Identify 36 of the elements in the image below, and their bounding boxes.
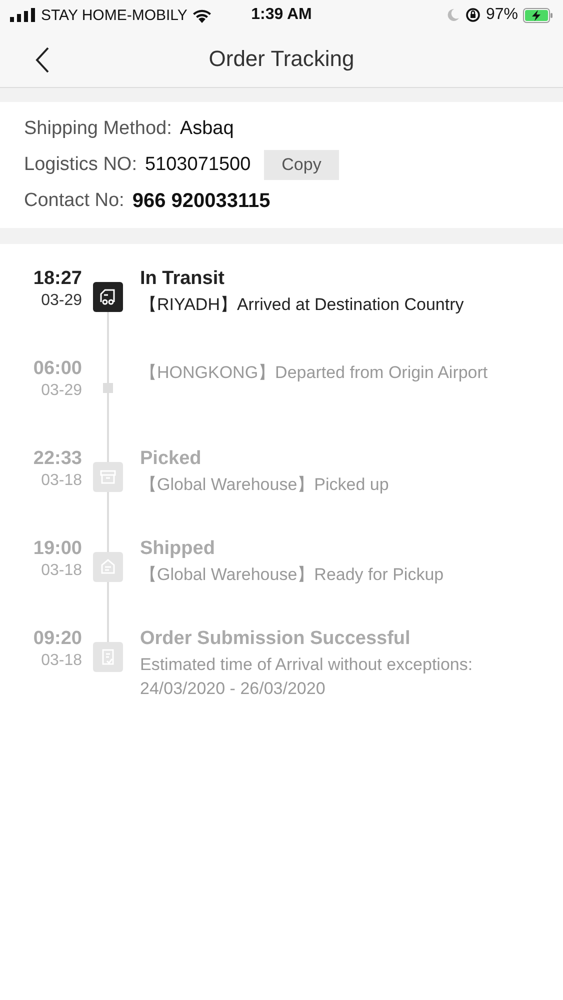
moon-icon xyxy=(446,8,460,22)
field-value: 966 920033115 xyxy=(132,190,270,212)
event-time: 22:33 xyxy=(33,448,82,470)
event-date: 03-18 xyxy=(41,652,82,670)
page-title: Order Tracking xyxy=(208,46,354,72)
event-description: 【RIYADH】Arrived at Destination Country xyxy=(140,294,465,316)
event-title: In Transit xyxy=(140,268,226,290)
carrier-name: STAY HOME-MOBILY xyxy=(41,6,188,24)
event-description: 【Global Warehouse】Ready for Pickup xyxy=(140,564,445,586)
event-description: Estimated time of Arrival without exceptions: 24/03/2020 - 26/03/2020 xyxy=(140,654,474,700)
field-value: 5103071500 xyxy=(144,154,251,176)
event-time: 19:00 xyxy=(33,538,82,560)
battery-percent: 97% xyxy=(486,6,518,24)
battery-charging-icon xyxy=(522,8,553,22)
event-description: 【HONGKONG】Departed from Origin Airport xyxy=(140,362,489,384)
event-title: Picked xyxy=(140,448,202,470)
event-date: 03-29 xyxy=(41,292,82,310)
field-label: Contact No: xyxy=(24,190,124,212)
signal-icon xyxy=(10,8,36,22)
event-description: 【Global Warehouse】Picked up xyxy=(140,474,390,496)
field-label: Shipping Method: xyxy=(24,118,172,140)
truck-icon xyxy=(93,282,123,312)
field-label: Logistics NO: xyxy=(24,154,137,176)
event-time: 06:00 xyxy=(33,358,82,380)
event-time: 18:27 xyxy=(33,268,82,290)
event-title: Order Submission Successful xyxy=(140,628,412,650)
copy-button[interactable]: Copy xyxy=(264,150,340,180)
event-time: 09:20 xyxy=(33,628,82,650)
event-title: Shipped xyxy=(140,538,216,560)
event-date: 03-18 xyxy=(41,562,82,580)
clock-time: 1:39 AM xyxy=(251,6,312,24)
rotation-lock-icon xyxy=(464,7,481,23)
field-value: Asbaq xyxy=(180,118,234,140)
event-date: 03-18 xyxy=(41,472,82,490)
wifi-icon xyxy=(192,8,212,22)
event-date: 03-29 xyxy=(41,382,82,400)
